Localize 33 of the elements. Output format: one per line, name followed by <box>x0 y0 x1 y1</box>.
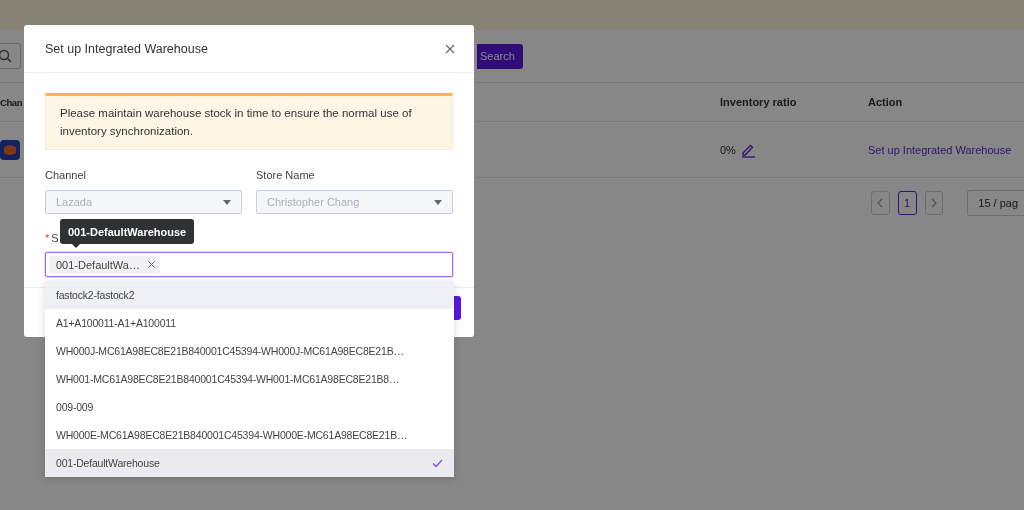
search-field[interactable] <box>0 43 21 69</box>
field-label: S <box>51 232 59 244</box>
dropdown-option[interactable]: WH000E-MC61A98EC8E21B840001C45394-WH000E-MC61A98EC8E21B… <box>45 421 454 449</box>
warehouse-select-field[interactable]: 001-DefaultWa… <box>45 252 453 277</box>
page-size-select[interactable]: 15 / pag <box>967 190 1024 216</box>
chevron-left-icon <box>876 198 885 208</box>
dropdown-option[interactable]: 001-DefaultWarehouse <box>45 449 454 477</box>
search-button[interactable]: Search <box>477 43 523 69</box>
column-header: Action <box>868 96 903 108</box>
page-button[interactable]: 1 <box>897 191 917 215</box>
dropdown-option[interactable]: A1+A100011-A1+A100011 <box>45 309 454 337</box>
selected-tag: 001-DefaultWa… <box>49 256 160 273</box>
caret-icon <box>434 199 442 205</box>
dropdown-option[interactable]: fastock2-fastock2 <box>45 281 454 309</box>
close-icon[interactable] <box>445 43 455 54</box>
ratio-text: 0% <box>720 143 736 156</box>
field-label: Store Name <box>256 169 316 181</box>
remove-icon[interactable] <box>147 261 155 268</box>
caret-icon <box>223 199 231 205</box>
dropdown-option[interactable]: 009-009 <box>45 393 454 421</box>
search-icon <box>0 49 12 63</box>
column-header: Chan <box>0 96 24 108</box>
dialog-title: Set up Integrated Warehouse <box>45 41 208 56</box>
check-icon <box>432 458 443 468</box>
dropdown-option[interactable]: WH000J-MC61A98EC8E21B840001C45394-WH000J-MC61A98EC8E21B… <box>45 337 454 365</box>
shop-logo-icon <box>0 139 20 160</box>
column-header: Inventory ratio <box>720 96 798 108</box>
setup-link[interactable]: Set up Integrated Warehouse <box>868 143 1012 156</box>
field-label: Channel <box>45 169 87 181</box>
required-mark: * <box>45 232 50 244</box>
dropdown-option[interactable]: WH001-MC61A98EC8E21B840001C45394-WH001-MC61A98EC8E21B8… <box>45 365 454 393</box>
chevron-right-icon <box>929 198 938 208</box>
alert-text: Please maintain warehouse stock in time to ensure the normal use of inventory synchronization. <box>60 107 412 137</box>
